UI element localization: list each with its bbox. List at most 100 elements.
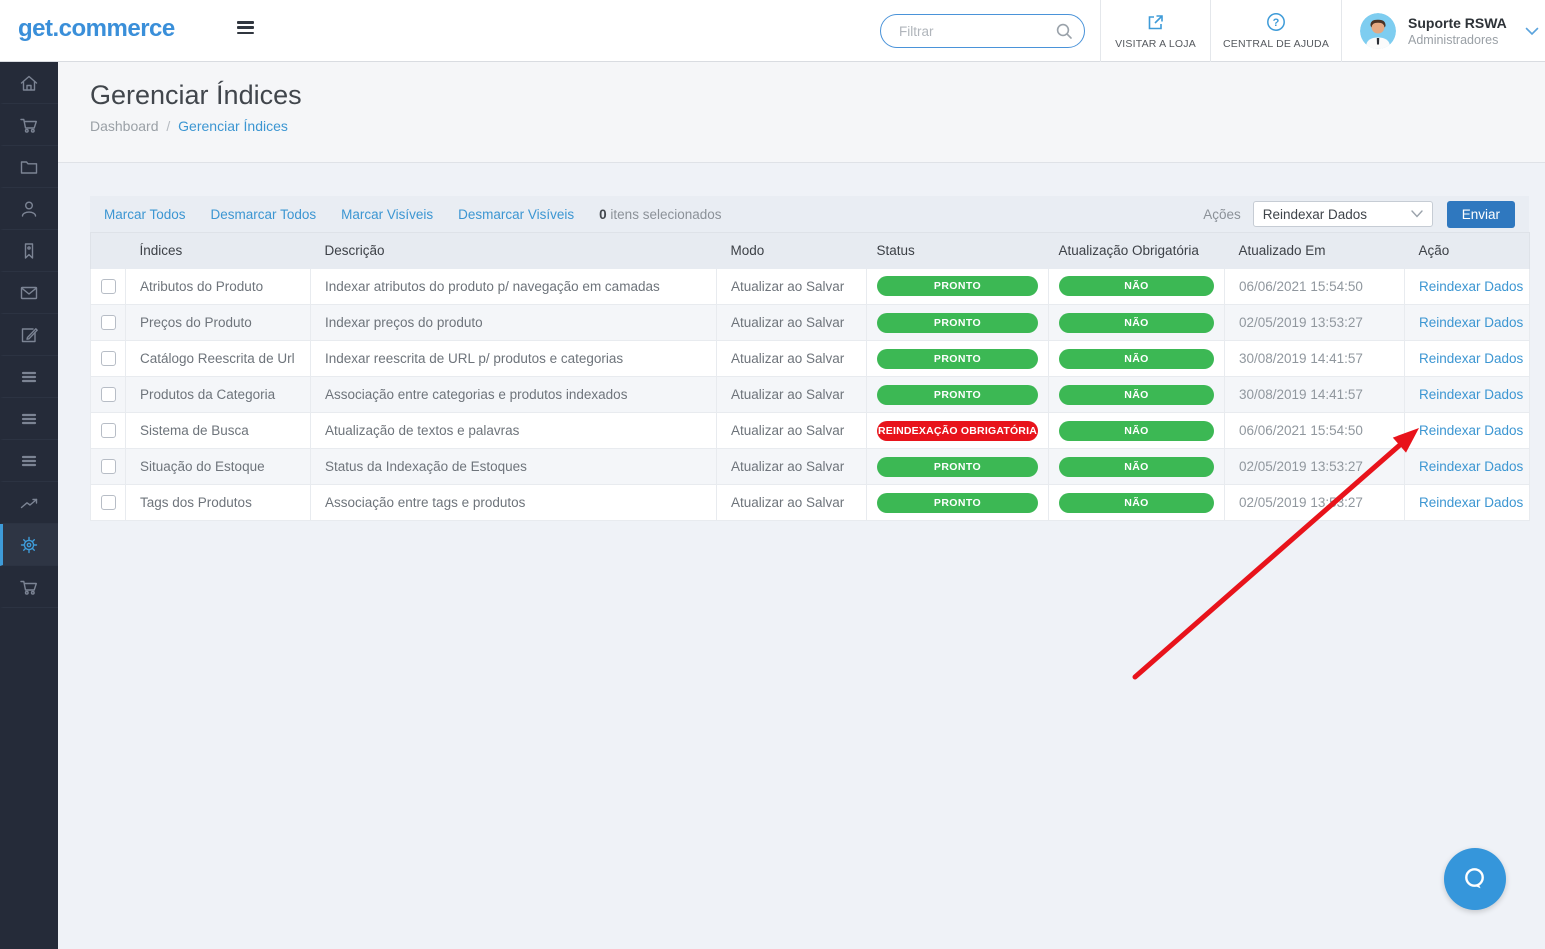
sidebar-item-settings[interactable] [0,524,58,566]
row-checkbox[interactable] [101,351,116,366]
visit-store-button[interactable]: VISITAR A LOJA [1100,0,1210,62]
user-icon [18,198,40,220]
required-badge: NÃO [1059,493,1214,513]
row-checkbox[interactable] [101,279,116,294]
cell-description: Indexar preços do produto [311,305,717,341]
row-checkbox[interactable] [101,459,116,474]
chat-button[interactable] [1444,848,1506,910]
edit-icon [18,324,40,346]
top-header: get.commerce VISITAR A LOJA ? CENTRAL DE… [0,0,1545,62]
sidebar-item-reports[interactable] [0,482,58,524]
breadcrumb-dashboard[interactable]: Dashboard [90,118,159,134]
reindex-link[interactable]: Reindexar Dados [1419,423,1523,438]
search-icon [1055,22,1073,40]
sidebar-item-messages[interactable] [0,272,58,314]
status-badge: REINDEXAÇÃO OBRIGATÓRIA [877,421,1038,441]
cell-action: Reindexar Dados [1405,449,1530,485]
select-all-link[interactable]: Marcar Todos [104,207,186,222]
page-header: Gerenciar Índices Dashboard / Gerenciar … [58,62,1545,163]
cell-action: Reindexar Dados [1405,341,1530,377]
row-checkbox[interactable] [101,495,116,510]
cell-mode: Atualizar ao Salvar [717,377,867,413]
sidebar-item-catalog[interactable] [0,146,58,188]
select-visible-link[interactable]: Marcar Visíveis [341,207,433,222]
cell-mode: Atualizar ao Salvar [717,413,867,449]
sidebar-item-sales[interactable] [0,104,58,146]
help-icon: ? [1266,12,1286,32]
cell-required: NÃO [1049,413,1225,449]
cart-icon [18,114,40,136]
cell-required: NÃO [1049,377,1225,413]
col-header-modo: Modo [717,233,867,269]
required-badge: NÃO [1059,385,1214,405]
sidebar-item-store[interactable] [0,566,58,608]
cell-index-name: Atributos do Produto [126,269,311,305]
row-checkbox-cell [91,449,126,485]
sidebar-item-menu-2[interactable] [0,398,58,440]
sidebar-item-menu-3[interactable] [0,440,58,482]
cell-mode: Atualizar ao Salvar [717,341,867,377]
global-search [880,14,1085,48]
indexes-table: Índices Descrição Modo Status Atualizaçã… [90,232,1530,521]
user-role: Administradores [1408,33,1507,47]
select-chevron-icon [1411,210,1423,218]
avatar [1360,13,1396,49]
user-menu[interactable]: Suporte RSWA Administradores [1341,0,1545,62]
submit-button[interactable]: Enviar [1447,201,1515,228]
deselect-all-link[interactable]: Desmarcar Todos [211,207,317,222]
sidebar-item-menu-1[interactable] [0,356,58,398]
reindex-link[interactable]: Reindexar Dados [1419,315,1523,330]
chevron-down-icon [1525,27,1539,36]
cell-required: NÃO [1049,485,1225,521]
deselect-visible-link[interactable]: Desmarcar Visíveis [458,207,574,222]
cart-icon [18,576,40,598]
row-checkbox[interactable] [101,387,116,402]
reindex-link[interactable]: Reindexar Dados [1419,495,1523,510]
page-title: Gerenciar Índices [90,80,1545,111]
row-checkbox-cell [91,413,126,449]
cell-index-name: Sistema de Busca [126,413,311,449]
table-row-1: Atributos do ProdutoIndexar atributos do… [91,269,1530,305]
app-logo[interactable]: get.commerce [18,15,175,43]
actions-select[interactable]: Reindexar Dados [1253,201,1433,227]
cell-required: NÃO [1049,269,1225,305]
cell-status: PRONTO [867,449,1049,485]
reindex-link[interactable]: Reindexar Dados [1419,351,1523,366]
chat-bubble-icon [1460,864,1490,894]
cell-status: PRONTO [867,341,1049,377]
bookmark-icon [18,240,40,262]
help-center-button[interactable]: ? CENTRAL DE AJUDA [1210,0,1341,62]
external-link-icon [1146,13,1165,32]
row-checkbox[interactable] [101,423,116,438]
cell-description: Associação entre categorias e produtos i… [311,377,717,413]
breadcrumb-current[interactable]: Gerenciar Índices [178,118,288,134]
cell-action: Reindexar Dados [1405,305,1530,341]
cell-index-name: Produtos da Categoria [126,377,311,413]
menu-toggle-icon[interactable] [237,21,254,35]
cell-index-name: Catálogo Reescrita de Url [126,341,311,377]
sidebar-item-content[interactable] [0,314,58,356]
cell-status: PRONTO [867,377,1049,413]
reindex-link[interactable]: Reindexar Dados [1419,459,1523,474]
table-row-3: Catálogo Reescrita de UrlIndexar reescri… [91,341,1530,377]
status-badge: PRONTO [877,276,1038,296]
cell-updated-at: 06/06/2021 15:54:50 [1225,269,1405,305]
reindex-link[interactable]: Reindexar Dados [1419,387,1523,402]
cell-required: NÃO [1049,449,1225,485]
table-header-row: Índices Descrição Modo Status Atualizaçã… [91,233,1530,269]
row-checkbox-cell [91,485,126,521]
sidebar-item-tags[interactable] [0,230,58,272]
cell-mode: Atualizar ao Salvar [717,305,867,341]
row-checkbox-cell [91,269,126,305]
row-checkbox[interactable] [101,315,116,330]
sidebar [0,62,58,949]
cell-updated-at: 02/05/2019 13:53:27 [1225,485,1405,521]
reindex-link[interactable]: Reindexar Dados [1419,279,1523,294]
required-badge: NÃO [1059,276,1214,296]
sidebar-item-customers[interactable] [0,188,58,230]
col-header-acao: Ação [1405,233,1530,269]
list-icon [18,408,40,430]
mail-icon [18,282,40,304]
sidebar-item-dashboard[interactable] [0,62,58,104]
cell-required: NÃO [1049,341,1225,377]
